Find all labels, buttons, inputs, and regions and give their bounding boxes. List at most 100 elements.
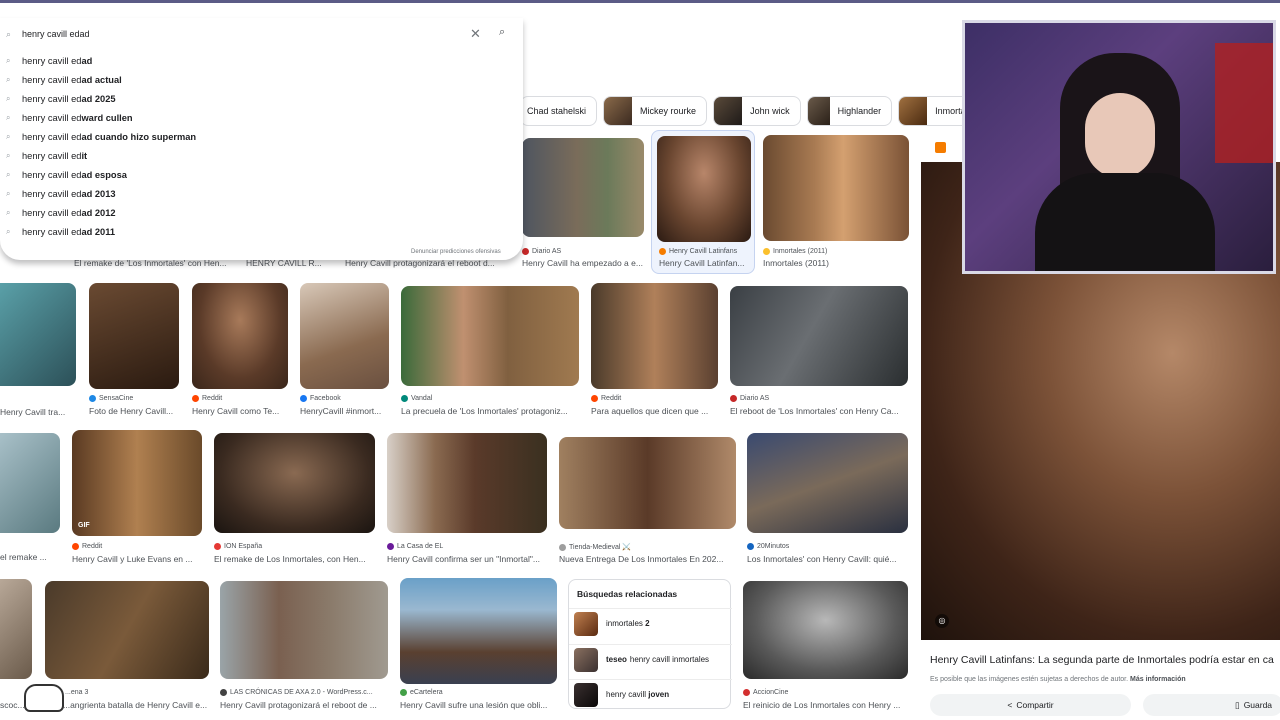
result-source: ...ena 3 — [65, 689, 89, 696]
save-button[interactable]: ▯ Guarda — [1143, 694, 1280, 716]
lens-icon[interactable]: ◎ — [935, 614, 949, 628]
suggestion-item[interactable]: ⌕ henry cavill ed ad 2012 — [0, 203, 523, 222]
clear-search-icon[interactable]: ✕ — [470, 26, 481, 42]
search-icon: ⌕ — [6, 150, 11, 160]
image-result[interactable]: GIF Reddit Henry Cavill y Luke Evans en … — [72, 430, 202, 564]
search-input[interactable] — [22, 26, 452, 42]
result-caption: Henry Cavill y Luke Evans en ... — [72, 554, 193, 564]
chip-john-wick[interactable]: John wick — [713, 96, 801, 126]
suggestion-item[interactable]: ⌕ henry cavill ed ad 2025 — [0, 89, 523, 108]
search-icon: ⌕ — [6, 112, 11, 122]
result-image — [192, 283, 288, 389]
related-chips-row: Chad stahelski Mickey rourke John wick H… — [520, 96, 984, 126]
image-result[interactable]: Diario AS El reboot de 'Los Inmortales' … — [730, 286, 908, 417]
image-result[interactable]: Tienda-Medieval ⚔️ Nueva Entrega De Los … — [559, 437, 736, 564]
result-image — [747, 433, 908, 533]
result-image — [0, 433, 60, 533]
preview-title[interactable]: Henry Cavill Latinfans: La segunda parte… — [930, 654, 1274, 666]
result-caption: Henry Cavill como Te... — [192, 406, 280, 416]
related-item-bold: 2 — [645, 619, 650, 628]
more-info-link[interactable]: Más información — [1130, 676, 1186, 683]
image-result[interactable]: Reddit Henry Cavill como Te... — [192, 283, 288, 417]
image-result[interactable]: AccionCine El reinicio de Los Inmortales… — [743, 581, 908, 710]
result-image — [730, 286, 908, 386]
search-icon: ⌕ — [6, 93, 11, 103]
result-caption: ...angrienta batalla de Henry Cavill e..… — [63, 700, 208, 710]
search-icon: ⌕ — [6, 131, 11, 141]
result-source: Diario AS — [522, 248, 561, 255]
result-image — [743, 581, 908, 679]
image-result[interactable]: Inmortales (2011) Inmortales (2011) — [763, 135, 909, 270]
result-caption: El reinicio de Los Inmortales con Henry … — [743, 700, 901, 710]
result-caption: Inmortales (2011) — [763, 258, 829, 268]
image-result[interactable]: Facebook HenryCavill #inmort... — [300, 283, 389, 417]
related-item-inmortales-2[interactable]: inmortales 2 — [569, 608, 732, 638]
result-source: Reddit — [192, 395, 222, 402]
result-source: Facebook — [300, 395, 341, 402]
image-result-selected[interactable]: Henry Cavill Latinfans Henry Cavill Lati… — [651, 130, 755, 274]
result-source: Henry Cavill Latinfans — [659, 248, 737, 255]
related-item-bold: teseo — [606, 655, 627, 664]
result-source: Reddit — [72, 543, 102, 550]
chip-label: Chad stahelski — [527, 106, 587, 116]
chip-mickey-rourke[interactable]: Mickey rourke — [603, 96, 708, 126]
result-caption: Henry Cavill protagonizará el reboot de … — [220, 700, 377, 710]
suggestion-item[interactable]: ⌕ henry cavill ed ad 2011 — [0, 222, 523, 241]
image-result[interactable]: el remake ... — [0, 433, 60, 563]
chip-chad-stahelski[interactable]: Chad stahelski — [520, 96, 598, 126]
result-source: Vandal — [401, 395, 432, 402]
search-icon: ⌕ — [6, 207, 11, 217]
chip-highlander[interactable]: Highlander — [806, 96, 893, 126]
related-item-text: inmortales — [606, 619, 643, 628]
result-image — [591, 283, 718, 389]
related-item-joven[interactable]: henry cavill joven — [569, 679, 732, 709]
chip-thumbnail — [807, 97, 830, 125]
image-result[interactable]: Diario AS Henry Cavill ha empezado a e..… — [522, 138, 644, 270]
image-result[interactable]: Henry Cavill tra... — [0, 283, 76, 417]
result-source: SensaCine — [89, 395, 133, 402]
result-image — [214, 433, 375, 533]
related-thumbnail — [574, 647, 598, 672]
suggestion-item[interactable]: ⌕ henry cavill ed ad cuando hizo superman — [0, 127, 523, 146]
result-image — [559, 437, 736, 529]
suggestion-item[interactable]: ⌕ henry cavill ed ad esposa — [0, 165, 523, 184]
result-source: La Casa de EL — [387, 543, 443, 550]
related-searches-card: Búsquedas relacionadas inmortales 2 tese… — [568, 579, 732, 709]
streamer-shirt — [1035, 173, 1215, 271]
webcam-overlay — [962, 20, 1276, 274]
suggestion-item[interactable]: ⌕ henry cavill ed it — [0, 146, 523, 165]
search-submit-icon[interactable]: ⌕ — [499, 26, 505, 39]
copyright-notice: Es posible que las imágenes estén sujeta… — [930, 676, 1186, 683]
share-button[interactable]: < Compartir — [930, 694, 1131, 716]
related-searches-heading: Búsquedas relacionadas — [577, 589, 678, 599]
image-result[interactable]: eCartelera Henry Cavill sufre una lesión… — [400, 578, 557, 710]
search-icon: ⌕ — [6, 226, 11, 236]
suggestion-item[interactable]: ⌕ henry cavill ed ad actual — [0, 70, 523, 89]
image-result[interactable]: SensaCine Foto de Henry Cavill... — [89, 283, 179, 417]
image-result[interactable]: La Casa de EL Henry Cavill confirma ser … — [387, 433, 547, 564]
top-accent-line — [0, 0, 1280, 3]
image-result[interactable]: Vandal La precuela de 'Los Inmortales' p… — [401, 286, 579, 417]
related-item-text: henry cavill inmortales — [629, 655, 710, 664]
report-predictions-link[interactable]: Denunciar predicciones ofensivas — [411, 249, 501, 255]
result-image — [763, 135, 909, 241]
image-result[interactable]: 20Minutos Los Inmortales' con Henry Cavi… — [747, 433, 908, 564]
chip-thumbnail — [714, 97, 743, 125]
image-result[interactable]: Reddit Para aquellos que dicen que ... — [591, 283, 718, 417]
related-item-text: henry cavill — [606, 690, 647, 699]
search-icon: ⌕ — [6, 74, 11, 84]
image-result[interactable]: ION España El remake de Los Inmortales, … — [214, 433, 375, 564]
result-caption: Henry Cavill Latinfan... — [659, 258, 745, 268]
result-caption: El reboot de 'Los Inmortales' con Henry … — [730, 406, 899, 416]
suggestion-item[interactable]: ⌕ henry cavill ed ad — [0, 51, 523, 70]
result-source: Reddit — [591, 395, 621, 402]
streamer-face — [1085, 93, 1155, 178]
gif-badge: GIF — [78, 522, 90, 529]
related-item-teseo[interactable]: teseo henry cavill inmortales — [569, 644, 732, 674]
suggestion-item[interactable]: ⌕ henry cavill ed ward cullen — [0, 108, 523, 127]
result-image — [401, 286, 579, 386]
search-icon: ⌕ — [6, 169, 11, 179]
suggestion-item[interactable]: ⌕ henry cavill ed ad 2013 — [0, 184, 523, 203]
image-result[interactable]: ...ena 3 ...angrienta batalla de Henry C… — [45, 581, 209, 710]
image-result[interactable]: LAS CRÓNICAS DE AXA 2.0 - WordPress.c...… — [220, 581, 388, 710]
